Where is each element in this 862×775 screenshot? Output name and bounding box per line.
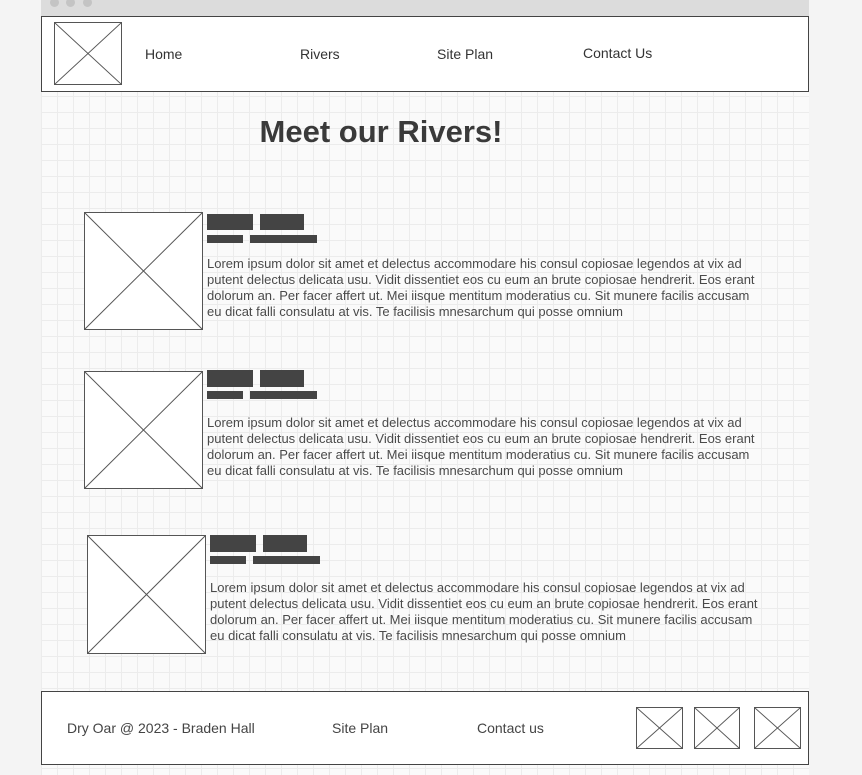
image-placeholder-icon: [88, 536, 205, 653]
river-image-placeholder[interactable]: [84, 371, 203, 489]
window-titlebar: [41, 0, 809, 16]
river-description: Lorem ipsum dolor sit amet et delectus a…: [210, 580, 758, 643]
river-title-block: [210, 535, 256, 552]
nav-home-link[interactable]: Home: [145, 46, 182, 62]
window-dot-icon: [83, 0, 92, 7]
image-placeholder-icon: [55, 23, 121, 84]
site-header: Home Rivers Site Plan Contact Us: [41, 16, 809, 92]
site-footer: Dry Oar @ 2023 - Braden Hall Site Plan C…: [41, 691, 809, 765]
social-image-placeholder[interactable]: [754, 707, 801, 749]
river-image-placeholder[interactable]: [87, 535, 206, 654]
window-dot-icon: [66, 0, 75, 7]
footer-site-plan-link[interactable]: Site Plan: [332, 720, 388, 736]
river-subtitle-block: [253, 556, 320, 564]
river-subtitle-block: [250, 391, 317, 399]
river-description: Lorem ipsum dolor sit amet et delectus a…: [207, 415, 755, 478]
river-description: Lorem ipsum dolor sit amet et delectus a…: [207, 256, 755, 319]
river-subtitle-block: [207, 391, 243, 399]
image-placeholder-icon: [755, 708, 800, 748]
river-title-block: [260, 214, 304, 230]
river-title-block: [263, 535, 307, 552]
river-subtitle-block: [250, 235, 317, 243]
image-placeholder-icon: [637, 708, 682, 748]
social-image-placeholder[interactable]: [694, 707, 740, 749]
image-placeholder-icon: [85, 213, 202, 329]
image-placeholder-icon: [695, 708, 739, 748]
river-subtitle-block: [207, 235, 243, 243]
window-dot-icon: [50, 0, 59, 7]
river-title-block: [207, 214, 253, 230]
nav-contact-us-link[interactable]: Contact Us: [583, 45, 652, 61]
logo-image-placeholder[interactable]: [54, 22, 122, 85]
river-title-block: [207, 370, 253, 387]
footer-contact-link[interactable]: Contact us: [477, 720, 544, 736]
page-title-text: Meet our Rivers!: [259, 114, 503, 149]
image-placeholder-icon: [85, 372, 202, 488]
river-image-placeholder[interactable]: [84, 212, 203, 330]
river-title-block: [260, 370, 304, 387]
river-subtitle-block: [210, 556, 246, 564]
social-image-placeholder[interactable]: [636, 707, 683, 749]
footer-copyright: Dry Oar @ 2023 - Braden Hall: [67, 720, 255, 736]
nav-rivers-link[interactable]: Rivers: [300, 46, 340, 62]
page-title: Meet our Rivers!: [41, 114, 809, 150]
nav-site-plan-link[interactable]: Site Plan: [437, 46, 493, 62]
browser-window: Home Rivers Site Plan Contact Us Meet ou…: [41, 0, 809, 775]
